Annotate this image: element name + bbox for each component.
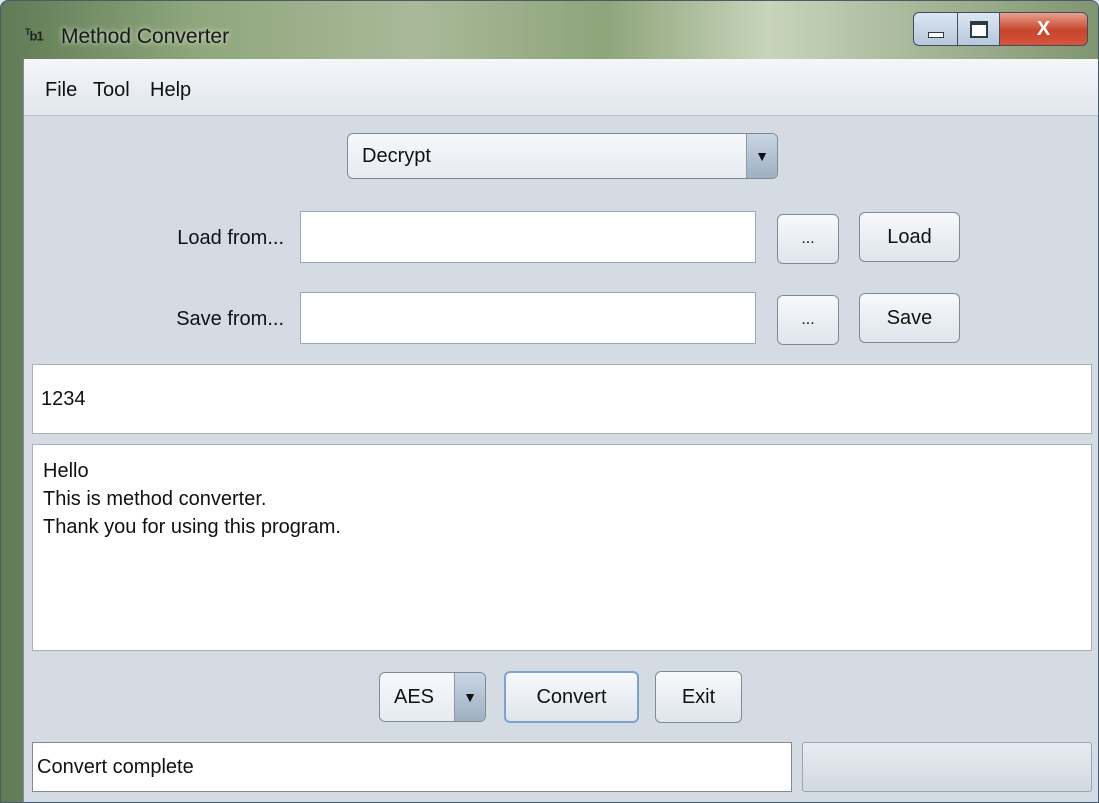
load-path-input[interactable]	[300, 211, 756, 263]
app-window: Tb1 Method Converter X File Tool Help De…	[0, 0, 1099, 803]
window-title: Method Converter	[61, 25, 230, 48]
close-button[interactable]: X	[999, 12, 1088, 46]
convert-button[interactable]: Convert	[504, 671, 639, 723]
algorithm-select[interactable]: AES ▼	[379, 672, 486, 722]
save-button[interactable]: Save	[859, 293, 960, 343]
minimize-button[interactable]	[913, 12, 958, 46]
minimize-icon	[927, 32, 944, 38]
menu-bar: File Tool Help	[24, 59, 1098, 116]
close-icon: X	[1036, 17, 1051, 40]
content-textarea[interactable]: Hello This is method converter. Thank yo…	[32, 444, 1092, 651]
menu-tool[interactable]: Tool	[93, 79, 130, 102]
content-line: This is method converter.	[43, 488, 267, 510]
status-message: Convert complete	[32, 742, 792, 792]
chevron-down-icon[interactable]: ▼	[746, 134, 777, 178]
save-from-label: Save from...	[176, 308, 284, 330]
save-path-input[interactable]	[300, 292, 756, 344]
menu-help[interactable]: Help	[150, 79, 191, 102]
save-browse-button[interactable]: ...	[777, 295, 839, 345]
mode-select[interactable]: Decrypt ▼	[347, 133, 778, 179]
load-browse-button[interactable]: ...	[777, 214, 839, 264]
content-line: Hello	[43, 460, 89, 482]
title-bar[interactable]: Tb1 Method Converter X	[1, 1, 1098, 59]
menu-file[interactable]: File	[45, 79, 77, 102]
client-area: File Tool Help Decrypt ▼ Load from... ..…	[23, 59, 1098, 802]
mode-select-value: Decrypt	[362, 145, 431, 167]
load-from-label: Load from...	[177, 227, 284, 249]
progress-bar	[802, 742, 1092, 792]
chevron-down-icon[interactable]: ▼	[454, 673, 485, 721]
load-button[interactable]: Load	[859, 212, 960, 262]
content-line: Thank you for using this program.	[43, 516, 341, 538]
maximize-icon	[969, 20, 988, 38]
maximize-button[interactable]	[957, 12, 1000, 46]
algorithm-select-value: AES	[394, 686, 435, 708]
key-input[interactable]: 1234	[32, 364, 1092, 434]
exit-button[interactable]: Exit	[655, 671, 742, 723]
app-icon: Tb1	[25, 27, 44, 44]
